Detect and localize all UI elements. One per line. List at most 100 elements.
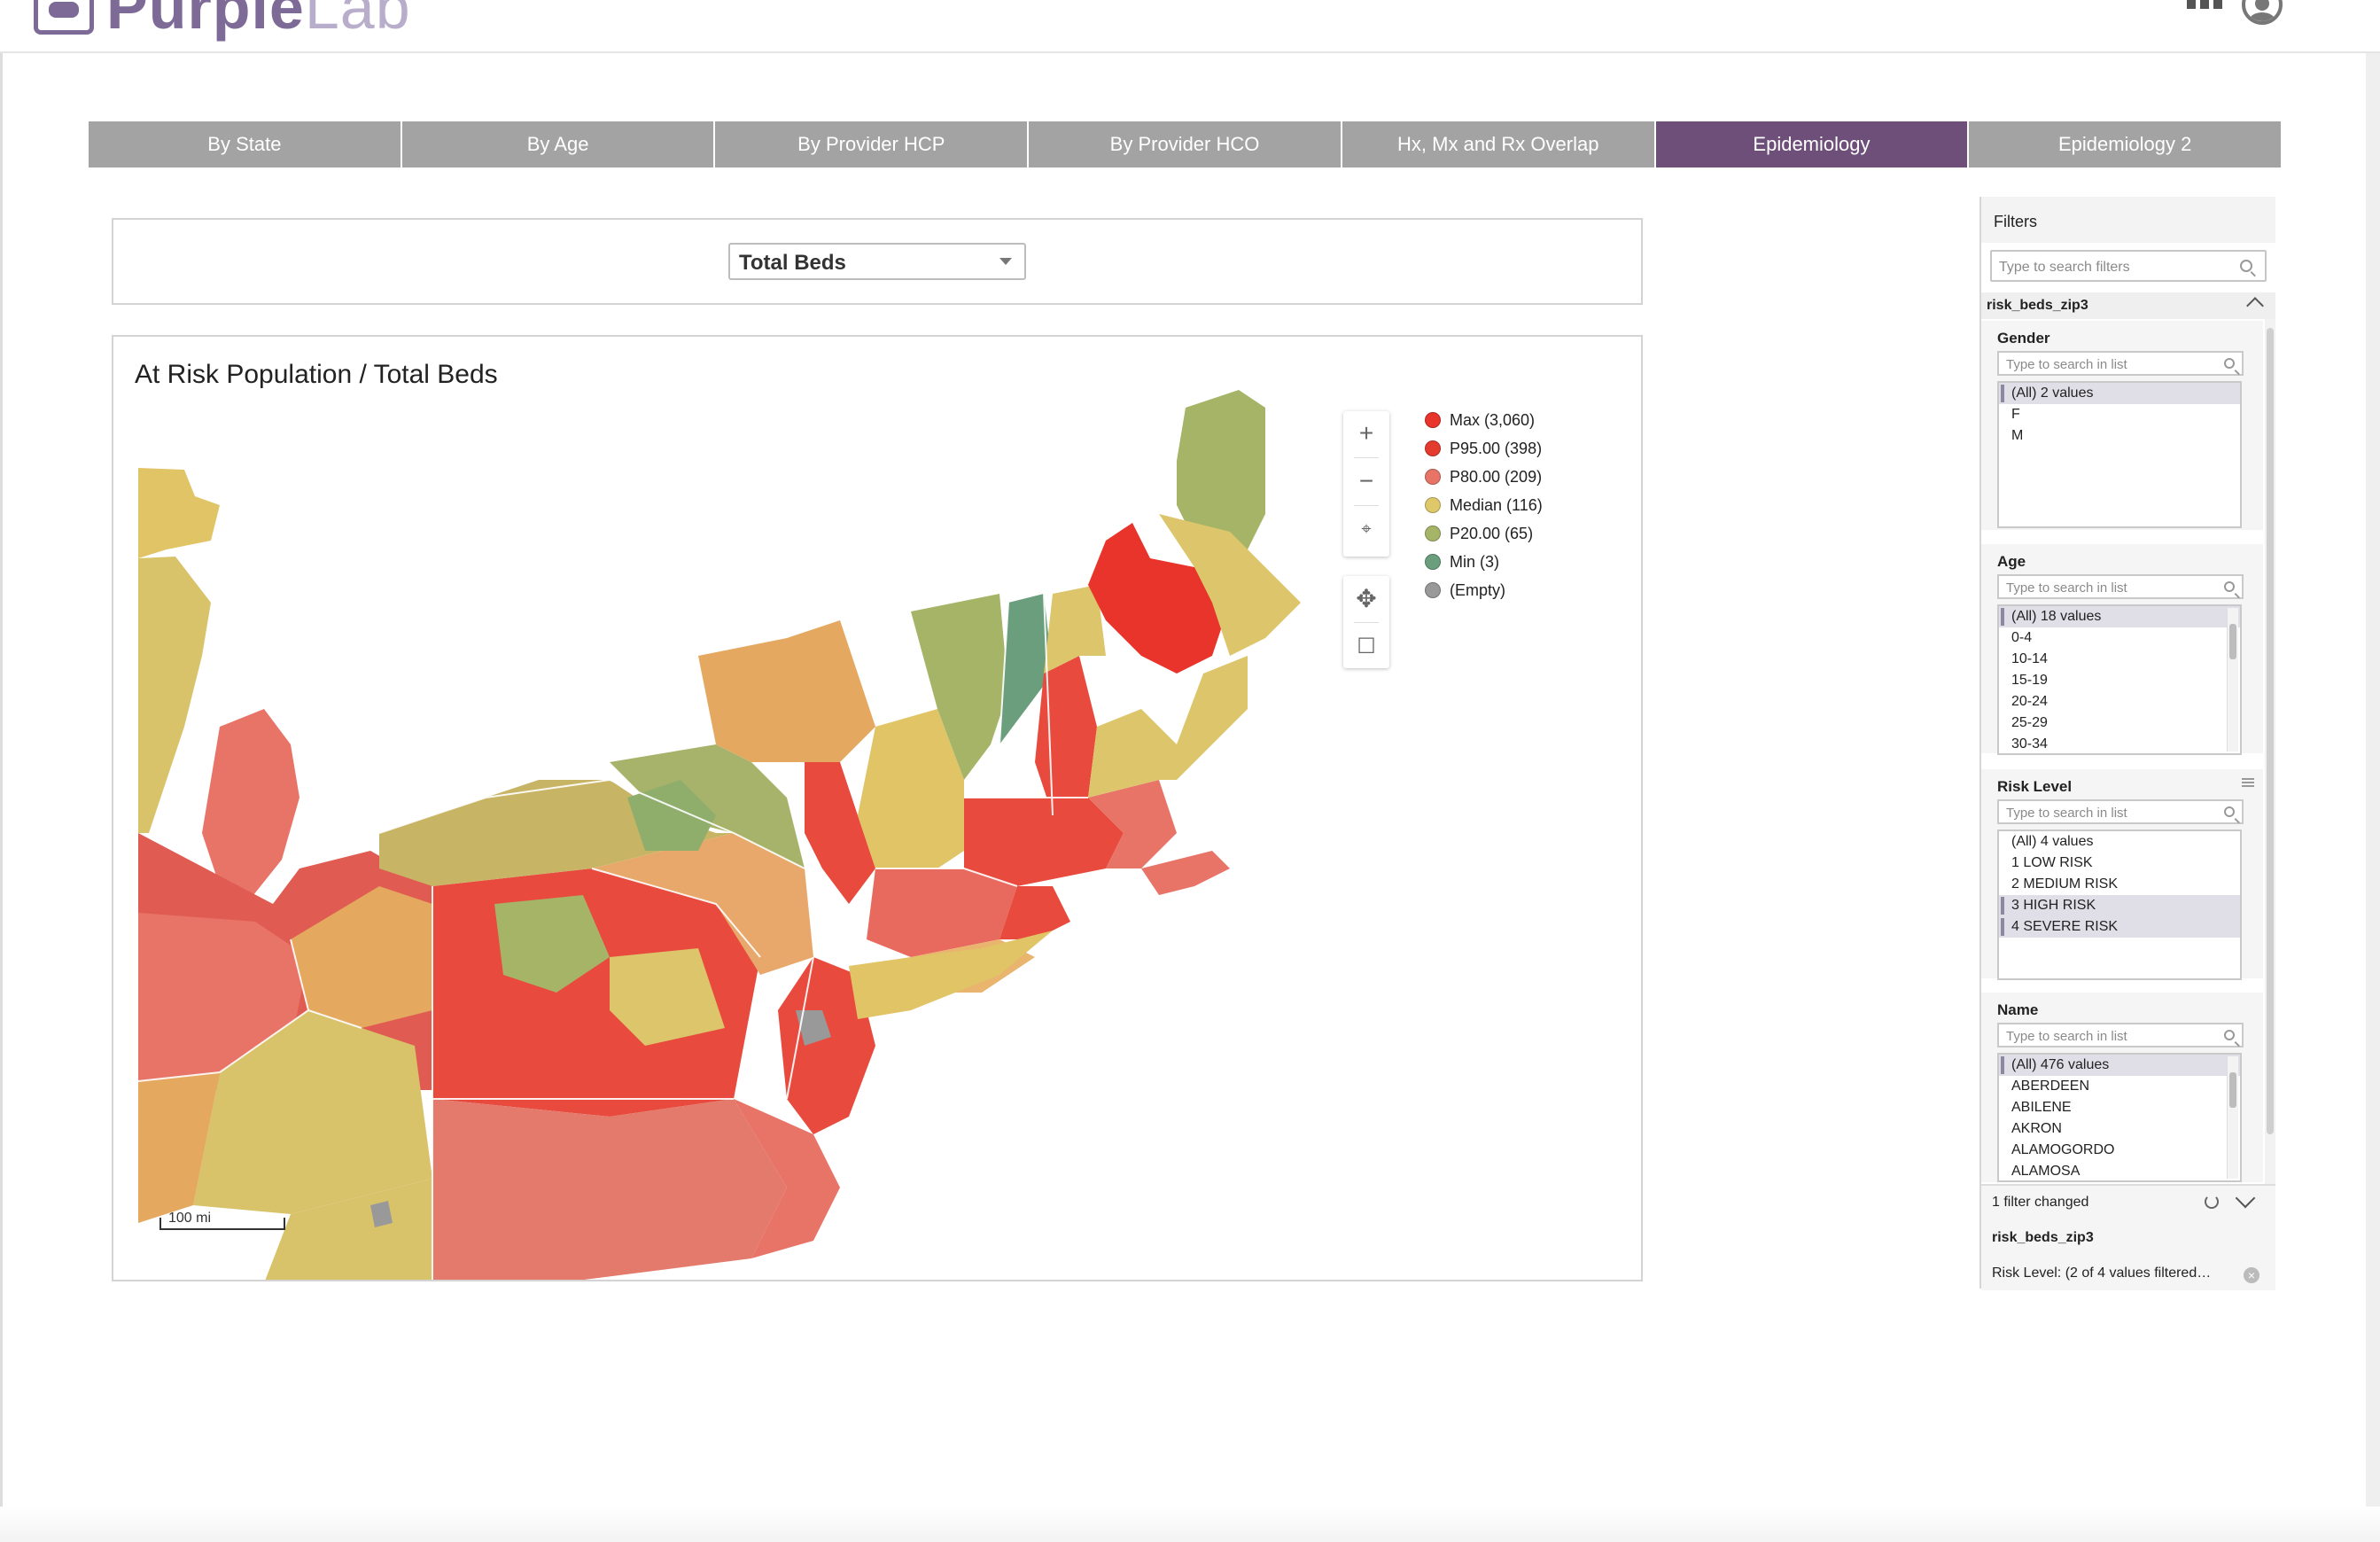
list-item[interactable]: ABILENE [1999, 1097, 2240, 1118]
filters-title: Filters [1994, 213, 2037, 230]
list-item[interactable]: 0-4 [1999, 627, 2240, 649]
list-search-placeholder: Type to search in list [2006, 806, 2127, 821]
tab-by-provider-hcp[interactable]: By Provider HCP [715, 121, 1030, 167]
filter-search-input[interactable]: Type to search filters [1990, 250, 2267, 282]
scrollbar-thumb[interactable] [2229, 1072, 2236, 1108]
list-item[interactable]: 25-29 [1999, 713, 2240, 734]
datasource-header[interactable]: risk_beds_zip3 [1981, 292, 2275, 319]
list-item[interactable]: (All) 2 values [1999, 383, 2240, 404]
window-scrollbar[interactable] [2366, 0, 2380, 1542]
filter-card-gender: Gender Type to search in list (All) 2 va… [1981, 321, 2263, 530]
measure-dropdown[interactable]: Total Beds [728, 243, 1026, 280]
legend-item[interactable]: Max (3,060) [1425, 406, 1543, 434]
gender-option-list: (All) 2 values F M [1997, 381, 2242, 528]
purplelab-logo[interactable]: PurpleLab [34, 0, 411, 42]
map-land-ny-adirondack [698, 620, 875, 762]
chevron-up-icon[interactable] [2246, 297, 2264, 315]
legend-item[interactable]: Min (3) [1425, 548, 1543, 576]
list-search-placeholder: Type to search in list [2006, 1029, 2127, 1044]
list-item[interactable]: ALAMOSA [1999, 1161, 2240, 1180]
legend-item[interactable]: Median (116) [1425, 491, 1543, 519]
list-item[interactable]: (All) 4 values [1999, 831, 2240, 853]
list-item[interactable]: 4 SEVERE RISK [1999, 916, 2240, 938]
list-item[interactable]: 1 LOW RISK [1999, 853, 2240, 874]
search-icon[interactable] [2224, 1030, 2235, 1040]
filter-card-title: Name [1997, 1001, 2039, 1018]
list-item[interactable]: 3 HIGH RISK [1999, 895, 2240, 916]
age-search-input[interactable]: Type to search in list [1997, 574, 2244, 599]
list-search-placeholder: Type to search in list [2006, 580, 2127, 596]
filter-search-placeholder: Type to search filters [1999, 260, 2130, 275]
risk-level-search-input[interactable]: Type to search in list [1997, 799, 2244, 824]
map-mode-controls: ✥ ☐ [1343, 576, 1389, 668]
list-item[interactable]: (All) 18 values [1999, 606, 2240, 627]
map-land-nh [1035, 656, 1097, 815]
zoom-out-button[interactable]: − [1343, 459, 1389, 503]
reset-icon[interactable] [2205, 1195, 2219, 1209]
tab-hx-mx-rx-overlap[interactable]: Hx, Mx and Rx Overlap [1342, 121, 1656, 167]
scrollbar-thumb[interactable] [2267, 328, 2274, 1134]
filter-menu-icon[interactable] [2242, 778, 2254, 787]
tool-divider [1354, 457, 1379, 458]
reset-view-icon[interactable]: ⌖ [1343, 507, 1389, 551]
legend-item[interactable]: (Empty) [1425, 576, 1543, 604]
age-option-list: (All) 18 values 0-4 10-14 15-19 20-24 25… [1997, 604, 2242, 755]
map-land-great-lakes-west [138, 468, 220, 558]
list-item[interactable]: (All) 476 values [1999, 1055, 2240, 1076]
list-item[interactable]: AKRON [1999, 1118, 2240, 1140]
list-item[interactable]: ABERDEEN [1999, 1076, 2240, 1097]
changed-filter-detail[interactable]: Risk Level: (2 of 4 values filtered… [1992, 1266, 2211, 1281]
window-left-edge [0, 0, 3, 1542]
chevron-down-icon[interactable] [2235, 1188, 2256, 1209]
zoom-in-button[interactable]: + [1343, 411, 1389, 456]
changed-datasource-label: risk_beds_zip3 [1992, 1230, 2094, 1245]
tab-by-provider-hco[interactable]: By Provider HCO [1029, 121, 1342, 167]
legend-item[interactable]: P95.00 (398) [1425, 434, 1543, 463]
select-rectangle-icon[interactable]: ☐ [1343, 624, 1389, 668]
pan-icon[interactable]: ✥ [1343, 576, 1389, 620]
scrollbar-thumb[interactable] [2229, 624, 2236, 659]
map-land-cape-cod [1141, 851, 1230, 895]
choropleth-map[interactable] [113, 337, 1643, 1281]
list-scrollbar[interactable] [2227, 1056, 2238, 1179]
list-scrollbar[interactable] [2227, 608, 2238, 752]
search-icon[interactable] [2224, 358, 2235, 369]
tool-divider [1354, 505, 1379, 506]
name-search-input[interactable]: Type to search in list [1997, 1023, 2244, 1047]
legend-swatch [1425, 469, 1441, 485]
filters-header: Filters [1981, 197, 2275, 243]
apps-grid-icon[interactable] [2187, 0, 2222, 25]
map-land-michigan [138, 557, 211, 833]
filters-scrollbar[interactable] [2265, 319, 2275, 1188]
tab-by-age[interactable]: By Age [401, 121, 716, 167]
search-icon[interactable] [2224, 806, 2235, 817]
search-icon[interactable] [2240, 260, 2252, 272]
user-avatar-icon[interactable] [2242, 0, 2283, 25]
map-land-massachusetts [964, 798, 1124, 886]
map-zoom-controls: + − ⌖ [1343, 411, 1389, 557]
list-item[interactable]: 15-19 [1999, 670, 2240, 691]
map-land-maryland [432, 1099, 787, 1280]
measure-dropdown-value: Total Beds [739, 251, 846, 275]
legend-item[interactable]: P80.00 (209) [1425, 463, 1543, 491]
legend-swatch [1425, 554, 1441, 570]
legend-item[interactable]: P20.00 (65) [1425, 519, 1543, 548]
clear-filter-icon[interactable]: × [2244, 1267, 2259, 1283]
tab-epidemiology[interactable]: Epidemiology [1655, 121, 1970, 167]
list-item[interactable]: 20-24 [1999, 691, 2240, 713]
filter-card-title: Gender [1997, 330, 2050, 347]
tab-by-state[interactable]: By State [89, 121, 402, 167]
list-item[interactable]: 2 MEDIUM RISK [1999, 874, 2240, 895]
legend-swatch [1425, 412, 1441, 428]
tab-epidemiology-2[interactable]: Epidemiology 2 [1969, 121, 2282, 167]
gender-search-input[interactable]: Type to search in list [1997, 351, 2244, 376]
list-item[interactable]: 30-34 [1999, 734, 2240, 753]
search-icon[interactable] [2224, 581, 2235, 592]
list-item[interactable]: F [1999, 404, 2240, 425]
list-item[interactable]: 10-14 [1999, 649, 2240, 670]
list-item[interactable]: ALAMOGORDO [1999, 1140, 2240, 1161]
map-title: At Risk Population / Total Beds [135, 360, 498, 389]
changed-filters-summary: 1 filter changed risk_beds_zip3 Risk Lev… [1981, 1184, 2275, 1290]
list-item[interactable]: M [1999, 425, 2240, 447]
datasource-label: risk_beds_zip3 [1987, 298, 2088, 313]
